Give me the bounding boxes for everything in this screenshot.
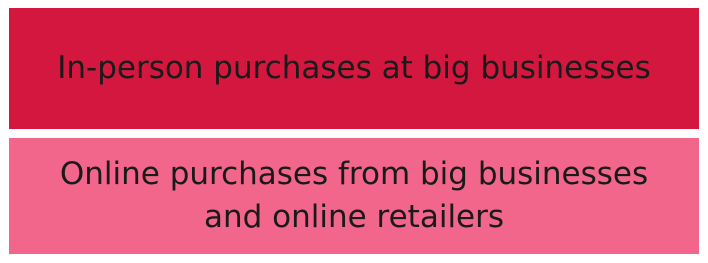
purchase-categories-diagram: In-person purchases at big businesses On…: [0, 0, 708, 263]
in-person-purchases-label: In-person purchases at big businesses: [57, 50, 651, 86]
in-person-purchases-box: In-person purchases at big businesses: [9, 8, 699, 129]
online-purchases-label: Online purchases from big businesses and…: [59, 156, 649, 235]
online-purchases-box: Online purchases from big businesses and…: [9, 138, 699, 254]
